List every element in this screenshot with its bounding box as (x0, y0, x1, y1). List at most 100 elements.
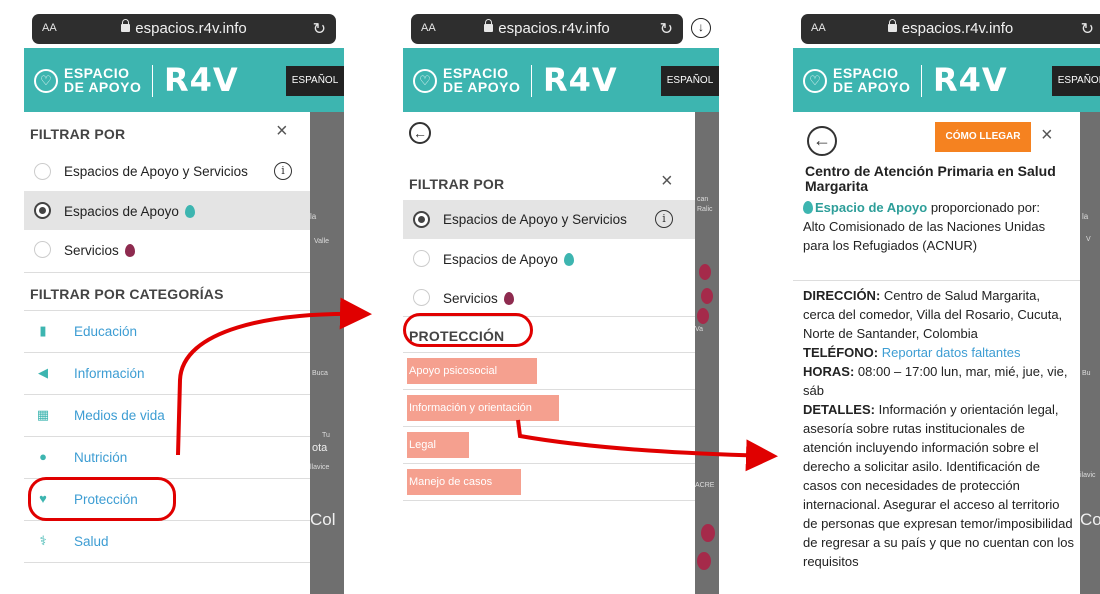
reload-icon[interactable]: ↻ (1081, 19, 1094, 39)
url-bar[interactable]: AA espacios.r4v.info ↻ (411, 14, 683, 44)
bowl-icon: ● (39, 449, 47, 464)
subcategory-information[interactable]: Información y orientación (403, 389, 695, 426)
support-logo-icon: ♡ (803, 69, 827, 93)
browser-bar: AA espacios.r4v.info ↻ (793, 8, 1100, 48)
map-label: V (1086, 236, 1091, 243)
report-missing-link[interactable]: Reportar datos faltantes (882, 345, 1021, 360)
detail-panel: ← CÓMO LLEGAR × Centro de Atención Prima… (793, 112, 1080, 594)
map-label: Co (1080, 510, 1100, 529)
filter-option-spaces[interactable]: Espacios de Apoyo (403, 239, 695, 278)
site-header: ♡ ESPACIO DE APOYO R4V ESPAÑOL (403, 48, 719, 112)
categories-title: FILTRAR POR CATEGORÍAS (30, 286, 224, 302)
url-text: espacios.r4v.info (901, 20, 1014, 37)
teal-pin-icon (184, 205, 195, 218)
filter-title: FILTRAR POR (409, 176, 505, 192)
map-area[interactable]: la V Bu ilavic Co (1080, 112, 1100, 594)
filter-option-all[interactable]: Espacios de Apoyo y Servicios i (403, 200, 695, 239)
filter-option-label: Servicios (64, 243, 119, 258)
map-pin-icon[interactable] (697, 308, 709, 324)
map-pin-icon[interactable] (697, 552, 711, 570)
filter-option-label: Espacios de Apoyo y Servicios (443, 212, 627, 227)
category-label: Nutrición (74, 450, 128, 465)
filter-option-services[interactable]: Servicios (403, 278, 695, 317)
map-label: la (1082, 212, 1089, 221)
language-button[interactable]: ESPAÑOL (661, 66, 719, 96)
subcategory-psychosocial[interactable]: Apoyo psicosocial (403, 352, 695, 389)
reload-icon[interactable]: ↻ (660, 19, 673, 39)
map-label: llavice (310, 464, 330, 471)
filter-option-all[interactable]: Espacios de Apoyo y Servicios i (24, 152, 310, 191)
map-label: Va (695, 326, 704, 333)
radio-button[interactable] (413, 250, 430, 267)
category-nutrition[interactable]: ● Nutrición (24, 437, 310, 479)
category-education[interactable]: ▮ Educación (24, 311, 310, 353)
logo-divider (531, 65, 532, 97)
filter-option-services[interactable]: Servicios (24, 230, 310, 269)
location-type[interactable]: Espacio de Apoyo (815, 200, 927, 215)
logo-text: ESPACIO DE APOYO (443, 65, 521, 95)
filter-option-label: Espacios de Apoyo (64, 204, 179, 219)
map-pin-icon[interactable] (701, 288, 713, 304)
category-label: Salud (74, 534, 109, 549)
caduceus-icon: ⚕ (39, 533, 47, 548)
support-logo-icon: ♡ (413, 69, 437, 93)
close-icon[interactable]: × (661, 170, 673, 193)
radio-button[interactable] (34, 163, 51, 180)
phone-label: TELÉFONO: (803, 345, 879, 360)
browser-bar: AA espacios.r4v.info ↻ ↓ (403, 8, 719, 48)
download-icon[interactable]: ↓ (691, 18, 711, 38)
close-icon[interactable]: × (1041, 124, 1053, 147)
map-label: Valle (314, 238, 330, 245)
radio-button[interactable] (413, 289, 430, 306)
annotation-ring-protection-title (403, 313, 533, 347)
screen-filter-categories: AA espacios.r4v.info ↻ ♡ ESPACIO DE APOYO… (24, 8, 344, 594)
map-label: la (310, 212, 317, 221)
maroon-pin-icon (124, 244, 135, 257)
radio-button[interactable] (34, 241, 51, 258)
map-label: Tu (322, 432, 330, 439)
url-bar[interactable]: AA espacios.r4v.info ↻ (32, 14, 336, 44)
site-header: ♡ ESPACIO DE APOYO R4V ESPAÑOL (24, 48, 344, 112)
language-button[interactable]: ESPAÑOL (286, 66, 344, 96)
radio-button-selected[interactable] (413, 211, 430, 228)
url-text: espacios.r4v.info (135, 20, 247, 37)
back-arrow-icon[interactable]: ← (409, 122, 431, 144)
map-area[interactable]: can Ralic Va ACRE (695, 112, 719, 594)
filter-option-label: Espacios de Apoyo y Servicios (64, 164, 248, 179)
category-health[interactable]: ⚕ Salud (24, 521, 310, 563)
radio-button-selected[interactable] (34, 202, 51, 219)
hours-label: HORAS: (803, 364, 855, 379)
filter-option-spaces[interactable]: Espacios de Apoyo (24, 191, 310, 230)
reload-icon[interactable]: ↻ (313, 19, 326, 39)
logo-text: ESPACIO DE APOYO (64, 65, 142, 95)
map-label: Bu (1082, 370, 1091, 377)
close-icon[interactable]: × (276, 120, 288, 143)
map-area[interactable]: la Valle Buca Tu ota llavice Col (310, 112, 344, 594)
category-information[interactable]: ◀ Información (24, 353, 310, 395)
teal-pin-icon (803, 201, 813, 214)
directions-button[interactable]: CÓMO LLEGAR (935, 122, 1031, 152)
filter-panel: FILTRAR POR × Espacios de Apoyo y Servic… (24, 112, 310, 594)
subcategory-label: Legal (407, 432, 469, 458)
r4v-logo: R4V (933, 61, 1008, 99)
category-label: Medios de vida (74, 408, 165, 423)
logo-divider (152, 65, 153, 97)
language-button[interactable]: ESPAÑOL (1052, 66, 1100, 96)
back-arrow-icon[interactable]: ← (807, 126, 837, 156)
screen-location-detail: AA espacios.r4v.info ↻ ♡ ESPACIO DE APOYO… (793, 8, 1100, 594)
support-logo-icon: ♡ (34, 69, 58, 93)
info-icon[interactable]: i (655, 210, 673, 228)
subcategory-legal[interactable]: Legal (403, 426, 695, 463)
subcategory-label: Información y orientación (407, 395, 559, 421)
store-icon: ▦ (36, 407, 50, 422)
lock-icon (887, 19, 897, 32)
map-pin-icon[interactable] (699, 264, 711, 280)
subcategory-label: Apoyo psicosocial (407, 358, 537, 384)
info-icon[interactable]: i (274, 162, 292, 180)
map-pin-icon[interactable] (701, 524, 715, 542)
map-label: ACRE (695, 482, 715, 489)
category-livelihood[interactable]: ▦ Medios de vida (24, 395, 310, 437)
url-bar[interactable]: AA espacios.r4v.info ↻ (801, 14, 1100, 44)
subcategory-case-management[interactable]: Manejo de casos (403, 463, 695, 500)
teal-pin-icon (563, 253, 574, 266)
